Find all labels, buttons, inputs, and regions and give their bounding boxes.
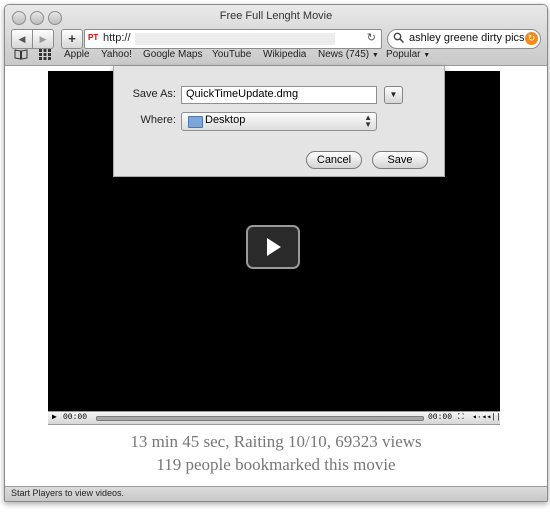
back-arrow-icon: ◀	[18, 34, 26, 44]
bookmark-google-maps[interactable]: Google Maps	[143, 49, 202, 60]
add-bookmark-button[interactable]: +	[61, 29, 83, 49]
browser-window: Free Full Lenght Movie ◀ ▶ + PT http:// …	[4, 4, 548, 502]
bookmark-popular-folder[interactable]: Popular ▼	[386, 49, 430, 60]
where-label: Where:	[140, 114, 176, 126]
forward-button[interactable]: ▶	[32, 29, 54, 49]
search-icon	[393, 32, 405, 47]
bookmark-popular-label: Popular	[386, 49, 421, 60]
bookmark-news-folder[interactable]: News (745) ▼	[318, 49, 379, 60]
bookmark-yahoo[interactable]: Yahoo!	[101, 49, 132, 60]
address-text: http://	[103, 32, 131, 44]
movie-stats: 13 min 45 sec, Raiting 10/10, 69323 view…	[130, 432, 422, 451]
status-text: Start Players to view videos.	[11, 488, 125, 498]
save-dialog-sheet: Save As: QuickTimeUpdate.dmg ▼ Where: De…	[113, 66, 445, 177]
bookmark-apple[interactable]: Apple	[64, 49, 90, 60]
forward-arrow-icon: ▶	[39, 34, 47, 44]
small-play-icon[interactable]: ▶	[52, 412, 57, 424]
save-as-label: Save As:	[132, 88, 176, 100]
bookmark-wikipedia[interactable]: Wikipedia	[263, 49, 306, 60]
bookmarks-book-icon[interactable]	[14, 49, 28, 63]
player-controls: ▶ 00:00 00:00 ⛶ ◂·◂◂||	[48, 411, 501, 425]
plus-icon: +	[68, 31, 76, 46]
bookmark-youtube[interactable]: YouTube	[212, 49, 251, 60]
chevron-down-icon: ▼	[371, 52, 379, 59]
folder-icon	[188, 116, 203, 128]
cancel-button[interactable]: Cancel	[306, 151, 362, 169]
seek-bar[interactable]	[96, 416, 424, 421]
chevron-down-icon: ▼	[423, 52, 431, 59]
site-favicon: PT	[88, 33, 99, 42]
location-select[interactable]: Desktop ▲ ▼	[181, 112, 377, 131]
title-bar: Free Full Lenght Movie ◀ ▶ + PT http:// …	[5, 5, 547, 66]
address-bar[interactable]: PT http:// ↻	[84, 29, 382, 49]
bookmark-news-label: News (745)	[318, 49, 370, 60]
volume-icon[interactable]: ◂·◂◂||	[472, 412, 501, 424]
status-bar: Start Players to view videos.	[5, 486, 547, 501]
filename-value: QuickTimeUpdate.dmg	[186, 88, 299, 100]
window-title: Free Full Lenght Movie	[219, 10, 333, 22]
elapsed-time: 00:00	[63, 413, 88, 422]
select-arrows-icon: ▲ ▼	[364, 113, 372, 129]
search-field[interactable]: ashley greene dirty pics ↻	[387, 29, 541, 49]
movie-bookmark-count: 119 people bookmarked this movie	[156, 455, 396, 474]
filename-input[interactable]: QuickTimeUpdate.dmg	[181, 86, 377, 104]
fullscreen-icon[interactable]: ⛶	[458, 412, 464, 424]
back-button[interactable]: ◀	[11, 29, 33, 49]
search-input-value[interactable]: ashley greene dirty pics	[409, 32, 525, 44]
reload-icon[interactable]: ↻	[367, 31, 376, 44]
save-button[interactable]: Save	[372, 151, 428, 169]
snapback-icon[interactable]: ↻	[525, 32, 538, 45]
location-value: Desktop	[205, 114, 246, 126]
disclosure-triangle-icon: ▼	[389, 90, 398, 99]
play-button[interactable]	[246, 225, 300, 269]
expand-dialog-button[interactable]: ▼	[384, 86, 403, 104]
remaining-time: 00:00	[428, 413, 453, 422]
play-icon	[267, 238, 281, 256]
address-redacted	[135, 33, 335, 45]
top-sites-grid-icon[interactable]	[39, 49, 51, 63]
